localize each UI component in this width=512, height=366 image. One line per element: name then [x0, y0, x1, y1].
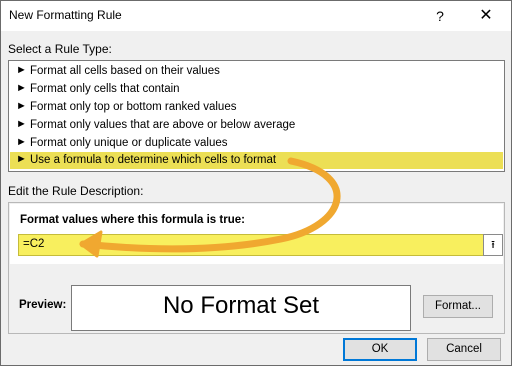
new-formatting-rule-dialog: New Formatting Rule ? ✕ Select a Rule Ty…	[0, 0, 512, 366]
callout-arrow-icon	[79, 157, 341, 258]
